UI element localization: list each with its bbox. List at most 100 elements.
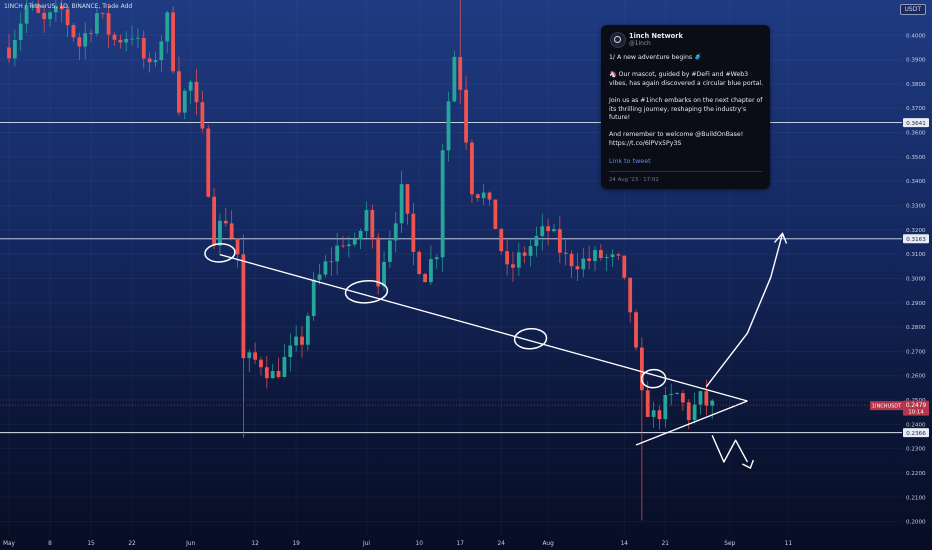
tweet-body: 1/ A new adventure begins 🧳 🦄 Our mascot… xyxy=(609,54,764,157)
candle-body xyxy=(335,245,340,262)
candle-body xyxy=(288,345,293,358)
candle-body xyxy=(376,237,381,287)
candle-body xyxy=(663,394,668,420)
time-axis[interactable]: May 8 15 22 Jun 12 19 Jul 10 17 24 Aug 14 21 Sep 11 xyxy=(3,541,792,547)
candle-body xyxy=(48,12,52,20)
price-tick-label: 0.3900 xyxy=(906,58,926,64)
candle-body xyxy=(364,209,369,231)
candle-body xyxy=(71,25,76,38)
touch-point-circle[interactable] xyxy=(640,368,667,389)
candle-body xyxy=(516,252,521,268)
candle-body xyxy=(475,194,480,199)
candle-body xyxy=(218,220,222,246)
candle-body xyxy=(522,252,527,256)
touch-point-circle[interactable] xyxy=(513,327,548,350)
candle-body xyxy=(130,38,134,40)
candle-body xyxy=(487,192,492,200)
price-tick-label: 0.2200 xyxy=(906,471,926,477)
price-tick-label: 0.3100 xyxy=(906,252,926,258)
candle-body xyxy=(493,199,498,230)
candle-body xyxy=(710,400,715,406)
symbol-title[interactable]: 1INCH / TetherUS, 1D, BINANCE, Trade Add xyxy=(4,3,132,10)
price-tick-label: 0.2400 xyxy=(906,422,926,428)
candle-body xyxy=(77,37,82,47)
candle-body xyxy=(675,393,679,394)
logo-icon xyxy=(614,36,621,43)
price-tick-label: 0.2700 xyxy=(906,349,926,355)
candle-body xyxy=(669,393,674,395)
candle-body xyxy=(393,223,398,241)
time-tick-label: 17 xyxy=(457,541,465,547)
candle-body xyxy=(95,13,99,34)
candle-body xyxy=(300,336,304,345)
candle-body xyxy=(622,255,627,278)
candle-body xyxy=(124,38,129,43)
candle-body xyxy=(411,213,416,252)
horizontal-levels: 0.3641 0.3163 0.2366 xyxy=(0,118,929,438)
candle-body xyxy=(182,90,187,113)
currency-badge[interactable]: USDT xyxy=(899,4,926,15)
tweet-line: 🦄 Our mascot, guided by #DeFi and #Web3 … xyxy=(609,71,764,87)
time-tick-label: 14 xyxy=(621,541,629,547)
tweet-line: And remember to welcome @BuildOnBase! ht… xyxy=(609,131,744,147)
descending-trendline[interactable] xyxy=(219,253,748,402)
candle-body xyxy=(341,245,345,247)
candle-body xyxy=(481,192,486,199)
tweet-link[interactable]: Link to tweet xyxy=(609,157,651,166)
candle-body xyxy=(323,261,328,275)
tweet-line: 1/ A new adventure begins 🧳 xyxy=(609,54,702,61)
candle-body xyxy=(604,257,609,259)
candle-body xyxy=(405,184,410,214)
ascending-support-line[interactable] xyxy=(635,400,748,446)
candle-body xyxy=(329,261,334,263)
candle-body xyxy=(206,128,211,197)
candle-body xyxy=(698,391,703,405)
chart-stage: 0.3641 0.3163 0.2366 0.4000 0.3900 0.3800 0.3… xyxy=(0,0,932,550)
candle-body xyxy=(593,249,597,262)
arrow-head-icon xyxy=(742,459,755,470)
candle-body xyxy=(346,244,351,247)
candle-body xyxy=(575,266,580,270)
candle-body xyxy=(470,142,474,195)
candle-body xyxy=(569,253,574,267)
price-chart[interactable]: 0.3641 0.3163 0.2366 0.4000 0.3900 0.3800 0.3… xyxy=(0,0,932,550)
pair-label: 1INCHUSDT xyxy=(872,403,902,409)
candle-body xyxy=(651,410,656,417)
time-tick-label: 12 xyxy=(251,541,259,547)
price-tick-label: 0.3800 xyxy=(906,82,926,88)
candle-body xyxy=(194,81,199,103)
time-tick-label: 8 xyxy=(48,541,52,547)
price-tick-label: 0.4000 xyxy=(906,33,926,39)
time-tick-label: 15 xyxy=(87,541,95,547)
candle-body xyxy=(282,357,287,377)
price-tick-label: 0.2000 xyxy=(906,520,926,526)
candle-body xyxy=(540,226,545,236)
candle-body xyxy=(370,209,375,238)
candle-body xyxy=(692,404,697,421)
candle-body xyxy=(294,336,299,346)
tweet-timestamp: 24 Aug '23 · 17:02 xyxy=(609,177,659,183)
avatar xyxy=(610,32,626,48)
candle-body xyxy=(276,371,281,377)
candle-body xyxy=(464,89,468,143)
candle-body xyxy=(229,223,234,239)
candle-body xyxy=(681,393,685,403)
current-price-label: 0.2479 xyxy=(906,403,927,409)
candle-body xyxy=(42,12,47,20)
breakout-up-arrow[interactable] xyxy=(705,233,784,388)
candle-body xyxy=(458,56,463,90)
price-tick-label: 0.2100 xyxy=(906,495,926,501)
candle-body xyxy=(388,240,392,262)
price-tick-label: 0.2300 xyxy=(906,447,926,453)
candle-body xyxy=(399,184,404,224)
candle-body xyxy=(159,41,164,61)
tweet-line: Join us as #1inch embarks on the next ch… xyxy=(609,96,763,122)
candle-body xyxy=(358,230,363,240)
candle-body xyxy=(534,235,539,247)
bar-countdown-label: 10:14 xyxy=(908,410,924,416)
candle-body xyxy=(305,315,310,345)
candle-body xyxy=(417,251,422,274)
price-tick-label: 0.2900 xyxy=(906,301,926,307)
price-tick-label: 0.3300 xyxy=(906,203,926,209)
candle-body xyxy=(505,251,509,265)
